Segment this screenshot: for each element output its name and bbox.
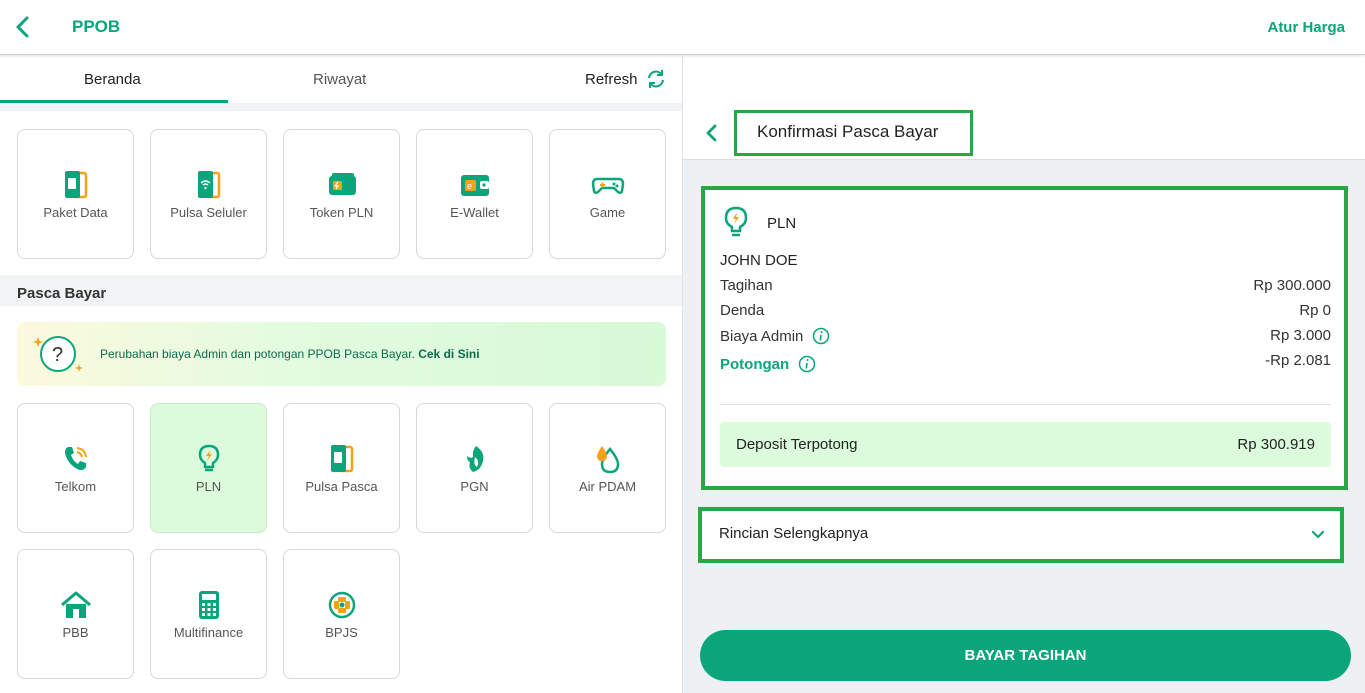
svg-text:e: e xyxy=(467,181,472,191)
product-pulsa-pasca[interactable]: Pulsa Pasca xyxy=(283,403,400,533)
row-value: Rp 3.000 xyxy=(1270,327,1331,344)
back-arrow-icon[interactable] xyxy=(703,122,721,144)
deposit-summary: Deposit Terpotong Rp 300.919 xyxy=(720,422,1331,467)
info-icon[interactable] xyxy=(812,327,830,345)
confirmation-title: Konfirmasi Pasca Bayar xyxy=(757,122,939,141)
product-pgn[interactable]: PGN xyxy=(416,403,533,533)
calculator-icon xyxy=(198,591,219,619)
bill-detail-card: PLN JOHN DOE Tagihan Rp 300.000 Denda Rp… xyxy=(701,186,1348,490)
product-label: Air PDAM xyxy=(578,479,637,494)
product-multifinance[interactable]: Multifinance xyxy=(150,549,267,679)
help-sparkle-icon: ? xyxy=(32,336,83,372)
product-air-pdam[interactable]: Air PDAM xyxy=(549,403,666,533)
tab-bar: Beranda Riwayat Refresh xyxy=(0,56,682,103)
product-label: Token PLN xyxy=(309,205,374,220)
row-label-group: Biaya Admin xyxy=(720,327,830,345)
product-label: Game xyxy=(589,205,626,220)
customer-name: JOHN DOE xyxy=(720,252,798,269)
provider-header: PLN xyxy=(721,206,796,240)
product-game[interactable]: Game xyxy=(549,129,666,259)
product-panel: Beranda Riwayat Refresh Paket Data Pulsa… xyxy=(0,56,682,693)
product-label: Multifinance xyxy=(173,625,244,640)
gas-flame-icon xyxy=(466,446,483,472)
banner-text: Perubahan biaya Admin dan potongan PPOB … xyxy=(100,347,480,361)
refresh-icon xyxy=(647,70,664,88)
product-pbb[interactable]: PBB xyxy=(17,549,134,679)
house-icon xyxy=(60,591,91,618)
details-label: Rincian Selengkapnya xyxy=(719,525,869,542)
product-bpjs[interactable]: BPJS xyxy=(283,549,400,679)
row-value: Rp 300.000 xyxy=(1253,277,1331,294)
atur-harga-link[interactable]: Atur Harga xyxy=(1267,19,1345,36)
product-label: E-Wallet xyxy=(450,205,499,220)
cek-di-sini-link[interactable]: Cek di Sini xyxy=(418,347,479,361)
row-label: Potongan xyxy=(720,355,790,373)
telephone-icon xyxy=(64,447,87,471)
details-expander[interactable]: Rincian Selengkapnya xyxy=(698,507,1344,563)
confirmation-title-box: Konfirmasi Pasca Bayar xyxy=(734,110,973,156)
product-label: PLN xyxy=(195,479,222,494)
confirmation-panel: Konfirmasi Pasca Bayar PLN JOHN DOE Tagi… xyxy=(682,56,1365,693)
row-label: Biaya Admin xyxy=(720,327,804,345)
product-label: PBB xyxy=(62,625,89,640)
page-title: PPOB xyxy=(72,17,121,36)
row-value: -Rp 2.081 xyxy=(1265,352,1331,369)
back-arrow-icon[interactable] xyxy=(12,14,34,40)
provider-name: PLN xyxy=(767,214,797,232)
product-label: Pulsa Seluler xyxy=(170,205,247,220)
row-denda: Denda Rp 0 xyxy=(720,302,1331,324)
water-drop-icon xyxy=(596,446,619,474)
lightbulb-icon xyxy=(724,206,748,237)
row-label: Denda xyxy=(720,302,765,319)
confirmation-header: Konfirmasi Pasca Bayar xyxy=(683,56,1365,160)
deposit-label: Deposit Terpotong xyxy=(736,436,858,453)
product-label: Pulsa Pasca xyxy=(305,479,378,494)
deposit-value: Rp 300.919 xyxy=(1237,436,1315,453)
active-tab-indicator xyxy=(0,100,228,103)
chevron-down-icon xyxy=(1311,530,1325,539)
product-pulsa-seluler[interactable]: Pulsa Seluler xyxy=(150,129,267,259)
divider xyxy=(720,404,1331,405)
product-e-wallet[interactable]: e E-Wallet xyxy=(416,129,533,259)
product-label: Telkom xyxy=(54,479,97,494)
product-pln[interactable]: PLN xyxy=(150,403,267,533)
row-label: Tagihan xyxy=(720,277,773,294)
token-card-icon xyxy=(328,173,356,195)
info-icon[interactable] xyxy=(798,355,816,373)
tab-riwayat[interactable]: Riwayat xyxy=(313,71,366,88)
refresh-button[interactable]: Refresh xyxy=(585,69,666,89)
product-label: BPJS xyxy=(325,625,358,640)
wallet-icon: e xyxy=(460,175,489,196)
top-bar: PPOB Atur Harga xyxy=(0,0,1365,55)
pay-bill-button[interactable]: BAYAR TAGIHAN xyxy=(700,630,1351,681)
refresh-label: Refresh xyxy=(585,70,638,88)
lightbulb-icon xyxy=(198,444,219,472)
phone-card-icon xyxy=(64,171,87,199)
fee-change-banner[interactable]: ? Perubahan biaya Admin dan potongan PPO… xyxy=(17,322,666,386)
row-value: Rp 0 xyxy=(1299,302,1331,319)
product-token-pln[interactable]: Token PLN xyxy=(283,129,400,259)
tab-beranda[interactable]: Beranda xyxy=(84,71,141,88)
row-potongan: Potongan -Rp 2.081 xyxy=(720,352,1331,377)
bpjs-logo-icon xyxy=(328,591,355,619)
row-biaya-admin: Biaya Admin Rp 3.000 xyxy=(720,327,1331,349)
row-label-group: Potongan xyxy=(720,355,816,373)
prabayar-section: Paket Data Pulsa Seluler Token PLN e E-W… xyxy=(0,111,682,275)
svg-text:?: ? xyxy=(52,344,63,366)
row-tagihan: Tagihan Rp 300.000 xyxy=(720,277,1331,299)
gamepad-icon xyxy=(591,177,624,195)
phone-card-icon xyxy=(330,445,353,473)
product-label: Paket Data xyxy=(43,205,108,220)
product-label: PGN xyxy=(460,479,489,494)
wifi-phone-icon xyxy=(197,171,220,199)
product-paket-data[interactable]: Paket Data xyxy=(17,129,134,259)
section-label-pasca-bayar: Pasca Bayar xyxy=(17,285,107,302)
product-telkom[interactable]: Telkom xyxy=(17,403,134,533)
